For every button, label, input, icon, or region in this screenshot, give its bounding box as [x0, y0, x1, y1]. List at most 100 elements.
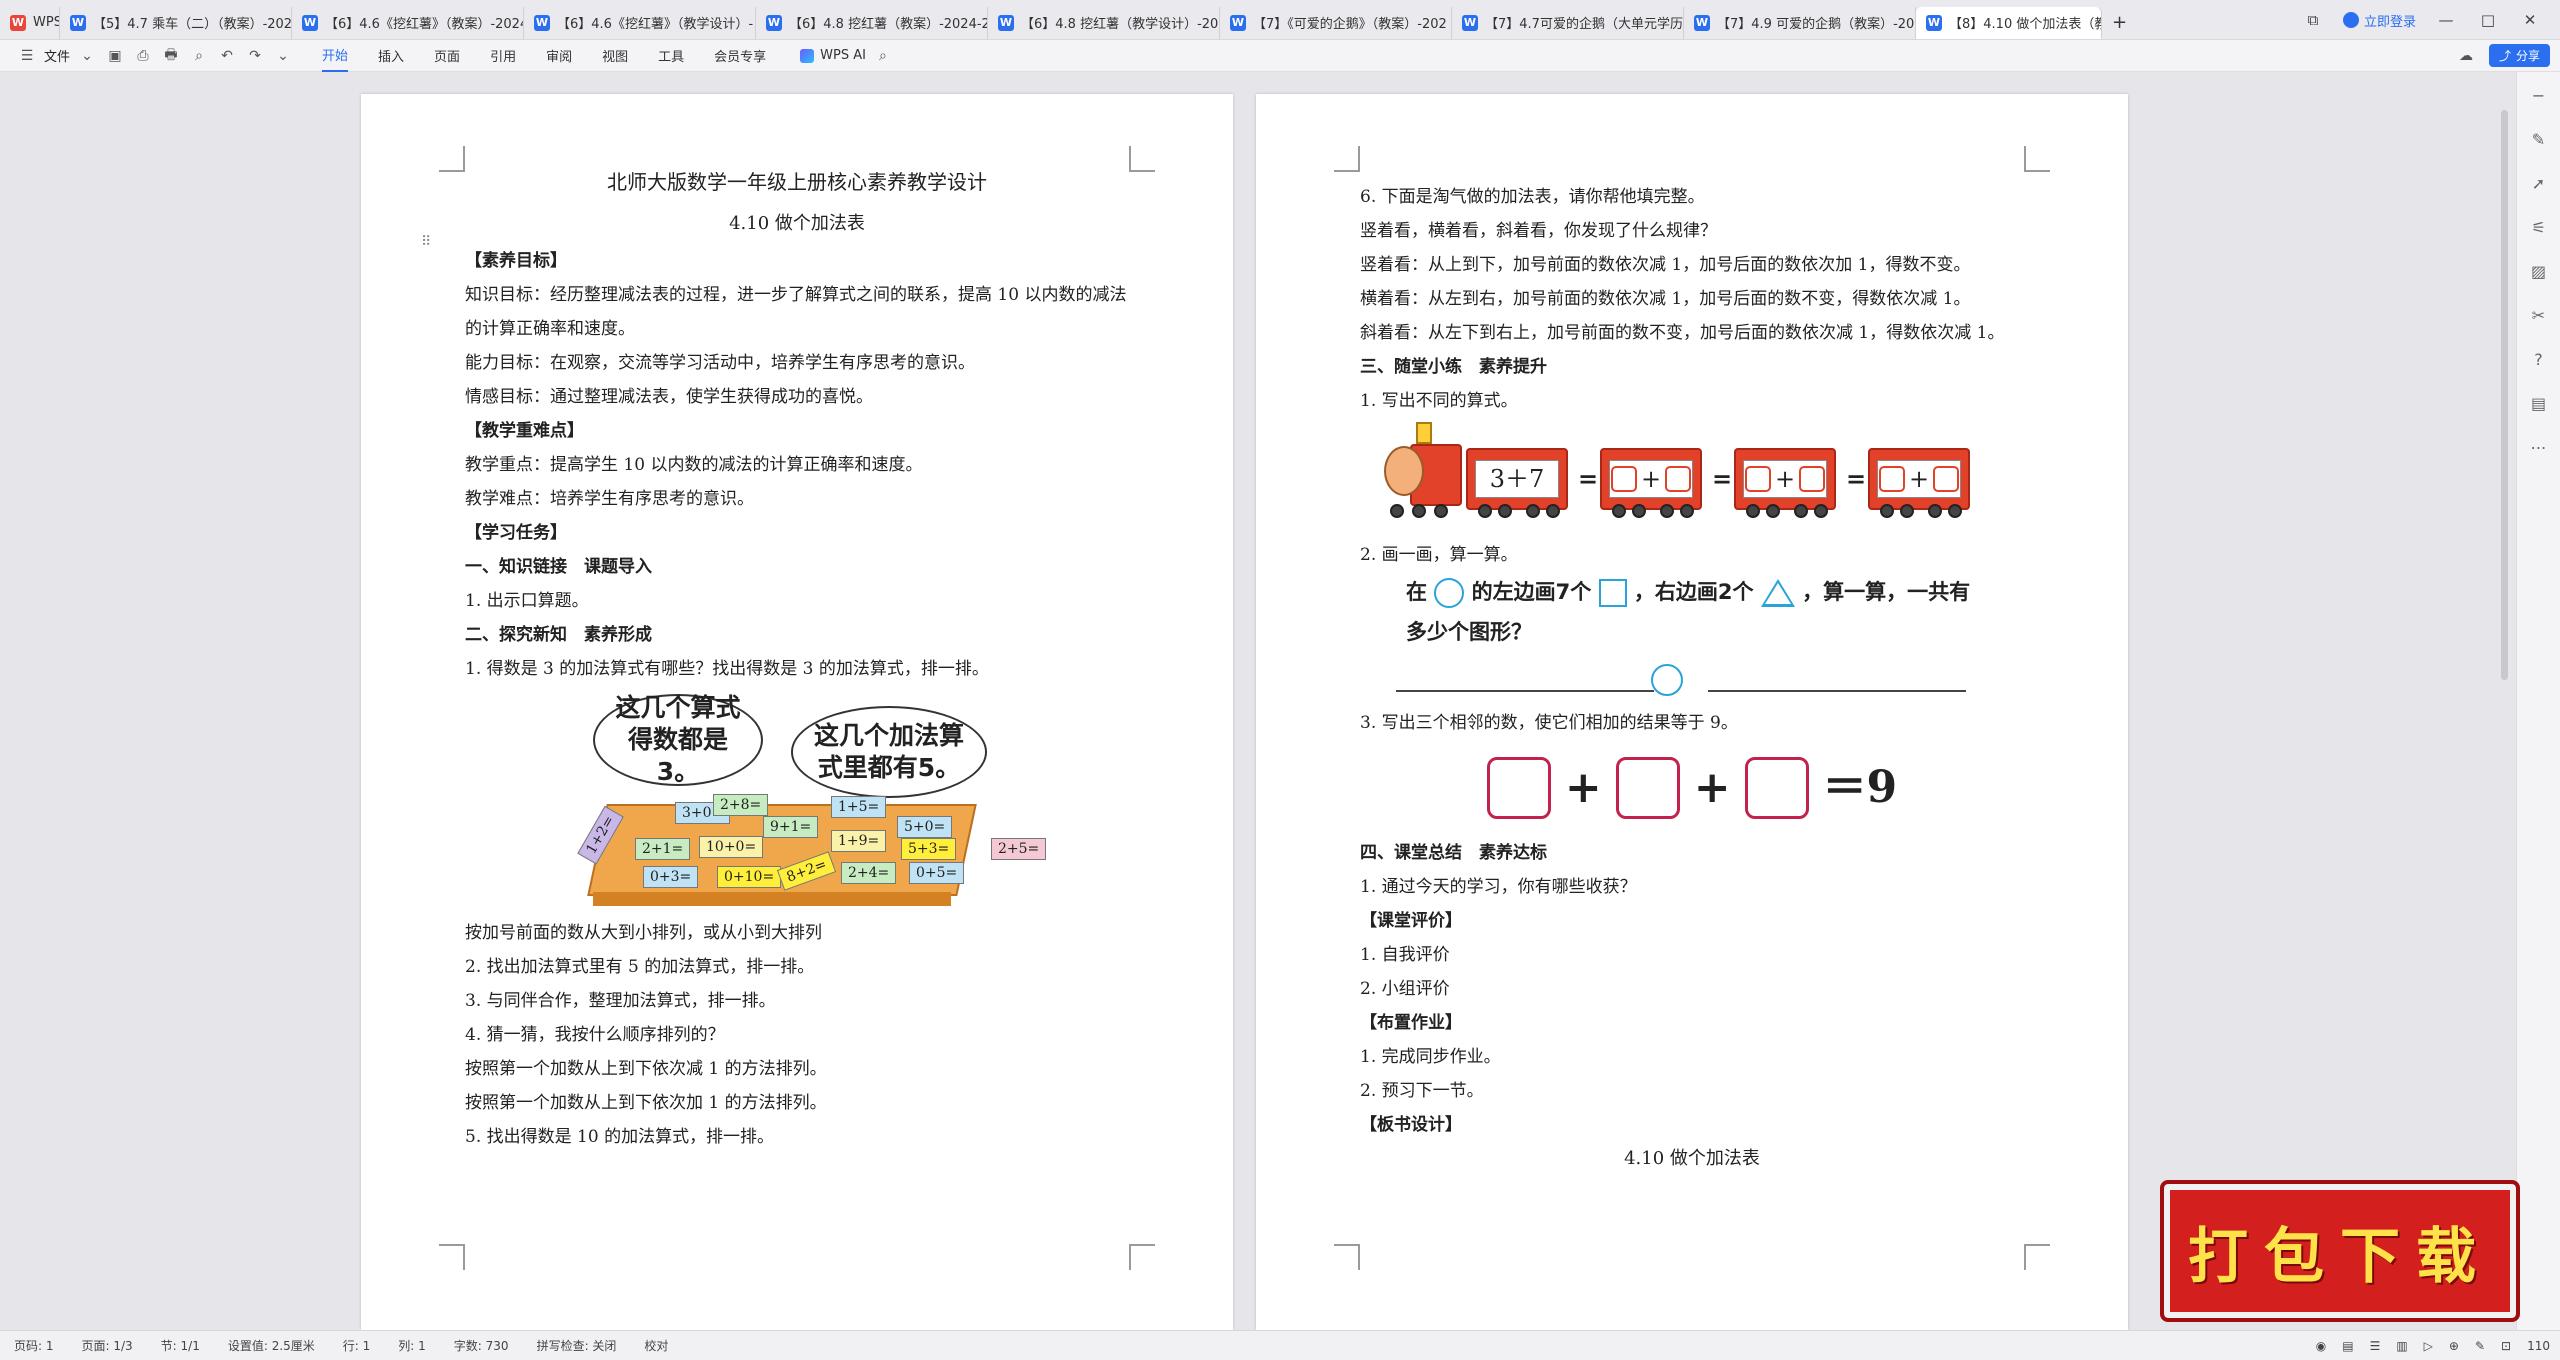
- hamburger-menu-icon[interactable]: ☰: [16, 45, 38, 67]
- train-illustration: 3＋7 + = + = + =: [1360, 418, 2024, 538]
- sum-result: ＝9: [1822, 762, 1898, 813]
- answer-slot: [1665, 466, 1692, 492]
- menu-item-3[interactable]: 引用: [490, 40, 516, 71]
- menu-item-2[interactable]: 页面: [434, 40, 460, 71]
- restore-tabs-icon[interactable]: ⧉: [2301, 11, 2325, 29]
- menu-item-4[interactable]: 审阅: [546, 40, 572, 71]
- menu-item-1[interactable]: 插入: [378, 40, 404, 71]
- menu-item-0[interactable]: 开始: [322, 39, 349, 72]
- redo-icon[interactable]: ↷: [244, 45, 266, 67]
- print-preview-icon[interactable]: ⌕: [188, 45, 210, 67]
- tab-0[interactable]: W WPS: [0, 6, 60, 39]
- document-title: 北师大版数学一年级上册核心素养教学设计: [607, 170, 987, 194]
- tab-5[interactable]: W 【6】4.8 挖红薯（教学设计）-2024-2: [988, 6, 1220, 39]
- page-1-paragraphs-after: 按加号前面的数从大到小排列，或从小到大排列 2. 找出加法算式里有 5 的加法算式…: [465, 916, 1129, 1154]
- addition-card: 0+5=: [909, 862, 965, 884]
- document-canvas[interactable]: ⠿ 北师大版数学一年级上册核心素养教学设计 4.10 做个加法表 【素养目标】知…: [0, 72, 2480, 1330]
- status-row[interactable]: 行: 1: [329, 1337, 385, 1354]
- page-2-content[interactable]: 6. 下面是淘气做的加法表，请你帮他填完整。 竖着看，横着看，斜着看，你发现了什么…: [1360, 180, 2024, 1176]
- margin-mark: [1129, 1244, 1155, 1270]
- status-proof[interactable]: 校对: [630, 1337, 682, 1354]
- page-1[interactable]: ⠿ 北师大版数学一年级上册核心素养教学设计 4.10 做个加法表 【素养目标】知…: [361, 94, 1233, 1330]
- status-col[interactable]: 列: 1: [384, 1337, 440, 1354]
- download-banner[interactable]: 打包下载: [2160, 1180, 2520, 1322]
- ribbon: ☰ 文件 ⌄ ▣ ⎙ 🖶 ⌕ ↶ ↷ ⌄ 开始 插入 页面 引用 审阅 视图 工具 会员专享 …: [0, 40, 2560, 72]
- status-page-num[interactable]: 页码: 1: [0, 1337, 68, 1354]
- page-1-content[interactable]: 北师大版数学一年级上册核心素养教学设计 4.10 做个加法表 【素养目标】 知识目…: [465, 158, 1129, 1154]
- share-button[interactable]: ⤴ 分享: [2488, 44, 2550, 67]
- margin-mark: [2024, 146, 2050, 172]
- vertical-scrollbar[interactable]: [2501, 110, 2508, 680]
- tab-9[interactable]: W【8】4.10 做个加法表（教✕: [1916, 6, 2102, 39]
- paragraph: 斜着看：从左下到右上，加号前面的数不变，加号后面的数依次减 1，得数依次减 1。: [1360, 323, 2005, 343]
- page-2[interactable]: 6. 下面是淘气做的加法表，请你帮他填完整。 竖着看，横着看，斜着看，你发现了什么…: [1256, 94, 2128, 1330]
- tab-2[interactable]: W 【6】4.6《挖红薯》（教案）-2024-: [292, 6, 524, 39]
- locomotive-face: [1384, 446, 1424, 496]
- search-icon[interactable]: ⌕: [872, 45, 894, 67]
- undo-icon[interactable]: ↶: [216, 45, 238, 67]
- more-chevron-icon[interactable]: ⌄: [272, 45, 294, 67]
- eye-protection-icon[interactable]: ◉: [2316, 1339, 2326, 1353]
- tab-7[interactable]: W 【7】4.7可爱的企鹅（大单元学历案: [1452, 6, 1684, 39]
- answer-box: [1615, 757, 1680, 819]
- minimize-icon[interactable]: —: [2434, 11, 2458, 29]
- save-icon[interactable]: ▣: [104, 45, 126, 67]
- zoom-level[interactable]: 110: [2527, 1339, 2550, 1353]
- status-page-count[interactable]: 页面: 1/3: [68, 1337, 147, 1354]
- tab-6[interactable]: W 【7】《可爱的企鹅》（教案）-202: [1220, 6, 1452, 39]
- export-pdf-icon[interactable]: ⎙: [132, 45, 154, 67]
- tools-icon[interactable]: ✂: [2529, 306, 2549, 326]
- tab-bar: W WPS W 【5】4.7 乘车（二）（教案）-2024- W 【6】4.6《挖红薯》（…: [0, 0, 2560, 40]
- page-view-icon[interactable]: ▤: [2342, 1339, 2353, 1353]
- paragraph: 1. 通过今天的学习，你有哪些收获？: [1360, 877, 1637, 897]
- menu-item-7[interactable]: 会员专享: [714, 40, 766, 71]
- chevron-down-icon[interactable]: ⌄: [76, 45, 98, 67]
- close-window-icon[interactable]: ✕: [2518, 11, 2542, 29]
- locomotive-chimney: [1416, 422, 1432, 444]
- train-car-window: 3＋7: [1475, 460, 1559, 498]
- status-spellcheck[interactable]: 拼写检查: 关闭: [523, 1337, 631, 1354]
- login-label: 立即登录: [2363, 14, 2416, 30]
- menu-item-6[interactable]: 工具: [658, 40, 684, 71]
- train-wheel: [1746, 504, 1760, 518]
- more-icon[interactable]: ⋯: [2529, 438, 2549, 458]
- paragraph: 【素养目标】: [465, 251, 567, 271]
- outline-view-icon[interactable]: ☰: [2370, 1339, 2381, 1353]
- status-word-count[interactable]: 字数: 730: [440, 1337, 523, 1354]
- answer-slot: [1799, 466, 1826, 492]
- pen-view-icon[interactable]: ✎: [2475, 1339, 2485, 1353]
- tab-1[interactable]: W 【5】4.7 乘车（二）（教案）-2024-: [60, 6, 292, 39]
- status-section[interactable]: 节: 1/1: [147, 1337, 214, 1354]
- drag-handle-icon[interactable]: ⠿: [421, 234, 431, 250]
- tab-4[interactable]: W 【6】4.8 挖红薯（教案）-2024-20: [756, 6, 988, 39]
- web-view-icon[interactable]: ⊕: [2449, 1339, 2459, 1353]
- reading-view-icon[interactable]: ▥: [2396, 1339, 2407, 1353]
- tab-8[interactable]: W 【7】4.9 可爱的企鹅（教案）-2024: [1684, 6, 1916, 39]
- speech-bubble-1: 这几个算式得数都是3。: [593, 693, 763, 786]
- paragraph: 能力目标：在观察，交流等学习活动中，培养学生有序思考的意识。: [465, 353, 975, 373]
- document-icon[interactable]: ▤: [2529, 394, 2549, 414]
- fit-page-icon[interactable]: ⊡: [2501, 1339, 2511, 1353]
- edit-pen-icon[interactable]: ✎: [2529, 130, 2549, 150]
- play-icon[interactable]: ▷: [2424, 1339, 2433, 1353]
- new-tab-button[interactable]: +: [2102, 7, 2137, 39]
- collapse-icon[interactable]: −: [2529, 86, 2549, 106]
- help-icon[interactable]: ?: [2529, 350, 2549, 370]
- status-setting[interactable]: 设置值: 2.5厘米: [214, 1337, 329, 1354]
- cloud-sync-icon[interactable]: ☁: [2455, 45, 2477, 67]
- paragraph: 5. 找出得数是 10 的加法算式，排一排。: [465, 1127, 775, 1147]
- wps-ai-button[interactable]: WPS AI ⌕: [800, 45, 894, 67]
- square-shape-icon: [1598, 579, 1627, 607]
- file-menu[interactable]: 文件: [44, 46, 70, 65]
- print-icon[interactable]: 🖶: [160, 45, 182, 67]
- image-tools-icon[interactable]: ▨: [2529, 262, 2549, 282]
- menu-item-5[interactable]: 视图: [602, 40, 628, 71]
- login-button[interactable]: 立即登录: [2342, 11, 2416, 30]
- page-2-paragraphs: 6. 下面是淘气做的加法表，请你帮他填完整。 竖着看，横着看，斜着看，你发现了什么…: [1360, 180, 2024, 418]
- select-cursor-icon[interactable]: ➚: [2529, 174, 2549, 194]
- word-doc-icon: W: [1230, 14, 1246, 31]
- maximize-icon[interactable]: □: [2476, 11, 2500, 29]
- tab-label: 【6】4.6《挖红薯》（教学设计）-: [557, 17, 754, 32]
- adjust-sliders-icon[interactable]: ⚟: [2529, 218, 2549, 238]
- tab-3[interactable]: W 【6】4.6《挖红薯》（教学设计）-: [524, 6, 756, 39]
